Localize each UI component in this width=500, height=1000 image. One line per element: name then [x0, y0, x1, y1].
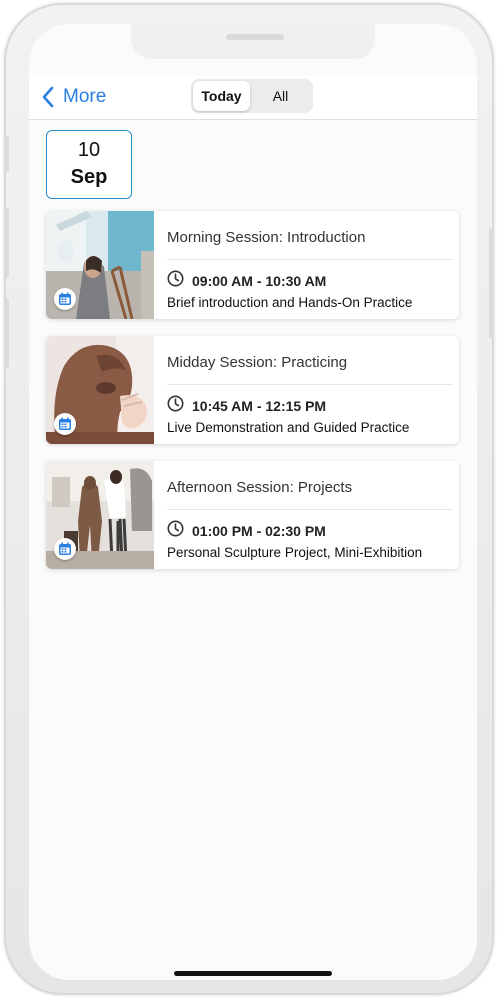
- session-description: Live Demonstration and Guided Practice: [167, 420, 410, 435]
- session-time-row: 09:00 AM - 10:30 AM: [167, 270, 326, 292]
- session-card[interactable]: Midday Session: Practicing 10:45 AM - 12…: [46, 336, 459, 444]
- back-label: More: [63, 86, 107, 107]
- session-time-row: 10:45 AM - 12:15 PM: [167, 395, 326, 417]
- clock-icon: [167, 270, 184, 292]
- session-card[interactable]: Afternoon Session: Projects 01:00 PM - 0…: [46, 461, 459, 569]
- home-indicator[interactable]: [174, 971, 332, 976]
- clock-icon: [167, 520, 184, 542]
- date-chip[interactable]: 10 Sep: [46, 130, 132, 199]
- session-title: Afternoon Session: Projects: [167, 479, 353, 496]
- session-thumbnail: [46, 336, 154, 444]
- speaker-grille: [226, 34, 284, 40]
- chevron-left-icon: [41, 86, 55, 108]
- session-time-row: 01:00 PM - 02:30 PM: [167, 520, 326, 542]
- calendar-badge: [54, 538, 76, 560]
- calendar-badge: [54, 288, 76, 310]
- session-title: Midday Session: Practicing: [167, 354, 348, 371]
- session-title: Morning Session: Introduction: [167, 229, 366, 246]
- segmented-control: Today All: [191, 79, 313, 113]
- session-description: Personal Sculpture Project, Mini-Exhibit…: [167, 545, 423, 560]
- calendar-icon: [58, 292, 72, 306]
- volume-down-button: [4, 298, 9, 368]
- segment-all[interactable]: All: [252, 81, 309, 111]
- date-day: 10: [77, 139, 101, 161]
- card-divider: [167, 509, 453, 510]
- session-time: 01:00 PM - 02:30 PM: [192, 523, 326, 539]
- calendar-icon: [58, 417, 72, 431]
- clock-icon: [167, 395, 184, 417]
- session-card[interactable]: Morning Session: Introduction 09:00 AM -…: [46, 211, 459, 319]
- screen: More Today All 10 Sep Morning Session: I…: [29, 24, 477, 980]
- calendar-icon: [58, 542, 72, 556]
- nav-bar: More Today All: [29, 76, 477, 120]
- session-time: 10:45 AM - 12:15 PM: [192, 398, 327, 414]
- session-time: 09:00 AM - 10:30 AM: [192, 273, 327, 289]
- session-thumbnail: [46, 461, 154, 569]
- volume-up-button: [4, 208, 9, 278]
- card-divider: [167, 384, 453, 385]
- session-thumbnail: [46, 211, 154, 319]
- phone-frame: More Today All 10 Sep Morning Session: I…: [4, 3, 494, 995]
- date-month: Sep: [70, 166, 108, 188]
- back-button[interactable]: More: [41, 82, 106, 112]
- mute-switch: [4, 136, 9, 172]
- notch: [131, 24, 375, 59]
- card-divider: [167, 259, 453, 260]
- power-button: [489, 228, 494, 338]
- segment-today[interactable]: Today: [193, 81, 250, 111]
- session-description: Brief introduction and Hands-On Practice: [167, 295, 413, 310]
- calendar-badge: [54, 413, 76, 435]
